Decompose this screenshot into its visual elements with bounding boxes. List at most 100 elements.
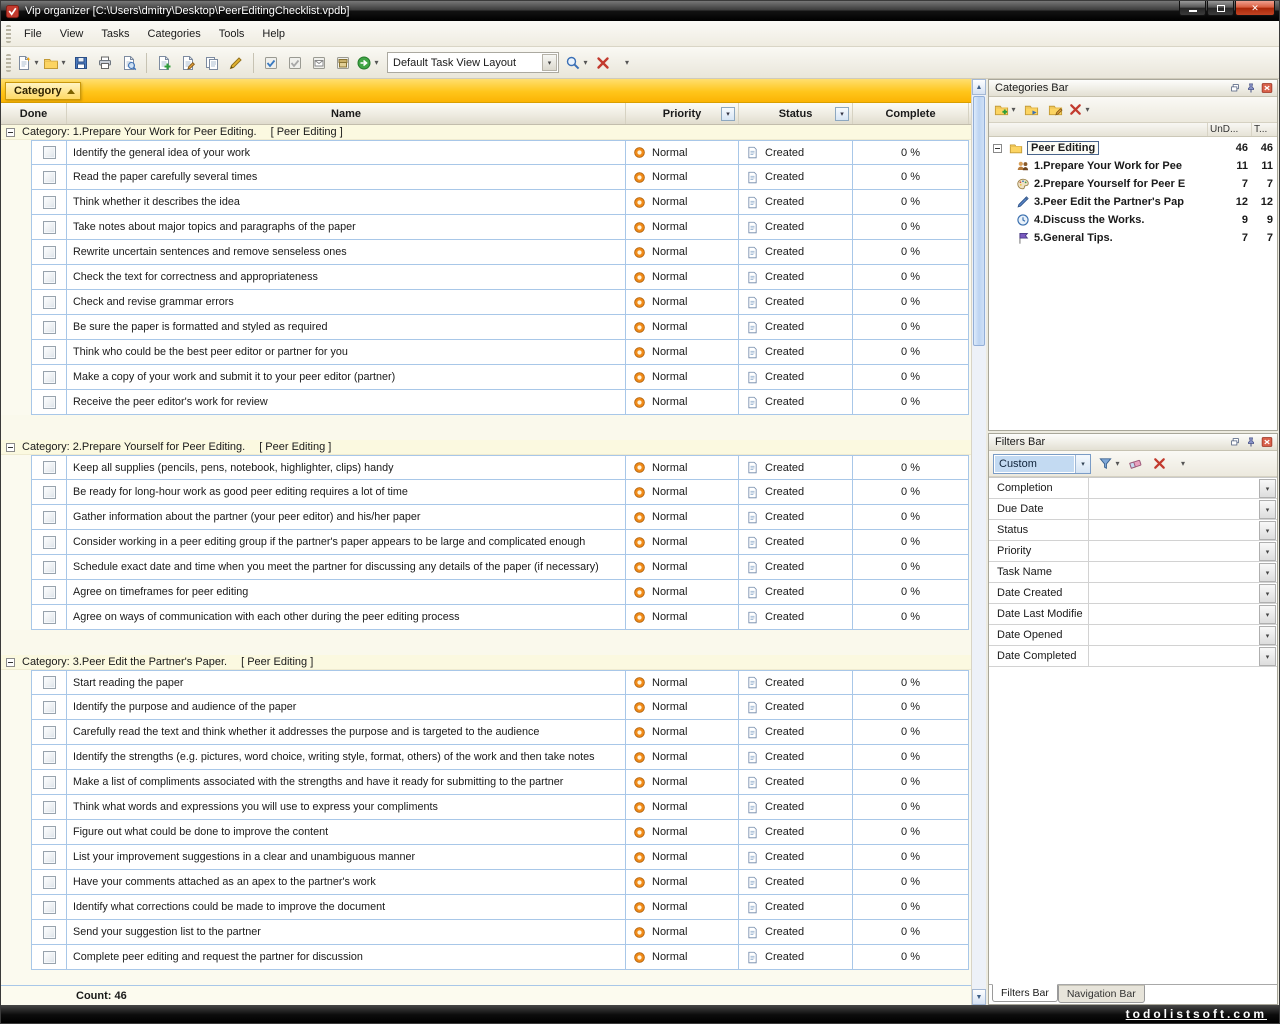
priority-cell[interactable]: Normal [626, 340, 739, 365]
status-cell[interactable]: Created [739, 745, 853, 770]
task-name[interactable]: Check the text for correctness and appro… [67, 265, 626, 290]
task-checkbox[interactable] [43, 611, 56, 624]
task-checkbox[interactable] [43, 146, 56, 159]
group-header-row[interactable]: Category: 2.Prepare Yourself for Peer Ed… [1, 440, 971, 455]
status-cell[interactable]: Created [739, 845, 853, 870]
menu-tasks[interactable]: Tasks [92, 23, 138, 45]
task-name[interactable]: Schedule exact date and time when you me… [67, 555, 626, 580]
status-cell[interactable]: Created [739, 140, 853, 165]
tree-column-total[interactable]: T... [1251, 123, 1277, 136]
priority-cell[interactable]: Normal [626, 390, 739, 415]
task-name[interactable]: Start reading the paper [67, 670, 626, 695]
menu-file[interactable]: File [15, 23, 51, 45]
priority-cell[interactable]: Normal [626, 845, 739, 870]
column-complete[interactable]: Complete [853, 103, 969, 124]
column-done[interactable]: Done [1, 103, 67, 124]
priority-cell[interactable]: Normal [626, 290, 739, 315]
edit-category-button[interactable] [1044, 98, 1066, 122]
new-task-button[interactable] [153, 51, 175, 75]
task-list-scrollbar[interactable]: ▲ ▼ [971, 79, 986, 1005]
task-name[interactable]: List your improvement suggestions in a c… [67, 845, 626, 870]
task-checkbox[interactable] [43, 586, 56, 599]
delete-filter-button[interactable] [1148, 452, 1170, 476]
autohide-button[interactable] [1227, 435, 1242, 449]
pin-button[interactable] [1243, 435, 1258, 449]
status-cell[interactable]: Created [739, 555, 853, 580]
menu-tools[interactable]: Tools [210, 23, 254, 45]
minimize-button[interactable] [1179, 1, 1206, 16]
task-checkbox[interactable] [43, 196, 56, 209]
task-checkbox[interactable] [43, 321, 56, 334]
task-name[interactable]: Agree on timeframes for peer editing [67, 580, 626, 605]
task-checkbox[interactable] [43, 901, 56, 914]
priority-cell[interactable]: Normal [626, 895, 739, 920]
status-cell[interactable]: Created [739, 290, 853, 315]
priority-cell[interactable]: Normal [626, 795, 739, 820]
priority-cell[interactable]: Normal [626, 215, 739, 240]
task-checkbox[interactable] [43, 536, 56, 549]
priority-cell[interactable]: Normal [626, 165, 739, 190]
category-tree-item[interactable]: 4.Discuss the Works.99 [989, 211, 1277, 229]
category-label[interactable]: 4.Discuss the Works. [1034, 214, 1144, 226]
priority-cell[interactable]: Normal [626, 505, 739, 530]
new-category-button[interactable]: ▾ [994, 98, 1018, 122]
status-cell[interactable]: Created [739, 165, 853, 190]
new-file-button[interactable]: ▾ [16, 51, 41, 75]
task-name[interactable]: Check and revise grammar errors [67, 290, 626, 315]
save-button[interactable] [70, 51, 92, 75]
print-button[interactable] [94, 51, 116, 75]
scrollbar-track[interactable] [972, 347, 986, 989]
status-filter-dropdown[interactable]: ▾ [835, 107, 849, 121]
priority-cell[interactable]: Normal [626, 820, 739, 845]
status-cell[interactable]: Created [739, 505, 853, 530]
filter-value-field[interactable]: ▾ [1089, 646, 1277, 666]
task-name[interactable]: Think what words and expressions you wil… [67, 795, 626, 820]
status-cell[interactable]: Created [739, 455, 853, 480]
priority-cell[interactable]: Normal [626, 870, 739, 895]
category-tree-item[interactable]: 1.Prepare Your Work for Pee1111 [989, 157, 1277, 175]
status-cell[interactable]: Created [739, 770, 853, 795]
priority-cell[interactable]: Normal [626, 695, 739, 720]
task-checkbox[interactable] [43, 171, 56, 184]
toolbar-overflow-button[interactable]: ▾ [616, 51, 638, 75]
priority-cell[interactable]: Normal [626, 580, 739, 605]
filters-overflow-button[interactable]: ▾ [1172, 452, 1194, 476]
filter-dropdown-button[interactable]: ▾ [1259, 521, 1276, 540]
priority-cell[interactable]: Normal [626, 555, 739, 580]
priority-cell[interactable]: Normal [626, 770, 739, 795]
task-name[interactable]: Agree on ways of communication with each… [67, 605, 626, 630]
tab-navigation-bar[interactable]: Navigation Bar [1058, 985, 1145, 1003]
task-checkbox[interactable] [43, 851, 56, 864]
priority-cell[interactable]: Normal [626, 920, 739, 945]
task-name[interactable]: Make a list of compliments associated wi… [67, 770, 626, 795]
priority-cell[interactable]: Normal [626, 670, 739, 695]
print-preview-button[interactable] [118, 51, 140, 75]
priority-cell[interactable]: Normal [626, 140, 739, 165]
filter-dropdown-button[interactable]: ▾ [1259, 626, 1276, 645]
open-file-button[interactable]: ▾ [43, 51, 68, 75]
combo-dropdown-icon[interactable]: ▾ [542, 54, 557, 71]
task-name[interactable]: Be sure the paper is formatted and style… [67, 315, 626, 340]
collapse-group-icon[interactable] [6, 443, 15, 452]
task-checkbox[interactable] [43, 486, 56, 499]
category-label[interactable]: Peer Editing [1027, 141, 1099, 155]
category-label[interactable]: 1.Prepare Your Work for Pee [1034, 160, 1182, 172]
tree-column-undone[interactable]: UnD... [1207, 123, 1251, 136]
status-cell[interactable]: Created [739, 390, 853, 415]
filter-dropdown-button[interactable]: ▾ [1259, 563, 1276, 582]
category-label[interactable]: 5.General Tips. [1034, 232, 1113, 244]
delete-category-button[interactable]: ▾ [1068, 98, 1092, 122]
task-checkbox[interactable] [43, 561, 56, 574]
task-name[interactable]: Take notes about major topics and paragr… [67, 215, 626, 240]
category-tree-item[interactable]: Peer Editing4646 [989, 139, 1277, 157]
task-name[interactable]: Read the paper carefully several times [67, 165, 626, 190]
task-checkbox[interactable] [43, 876, 56, 889]
task-name[interactable]: Keep all supplies (pencils, pens, notebo… [67, 455, 626, 480]
filter-dropdown-button[interactable]: ▾ [1259, 647, 1276, 666]
status-cell[interactable]: Created [739, 580, 853, 605]
task-name[interactable]: Be ready for long-hour work as good peer… [67, 480, 626, 505]
close-panel-button[interactable] [1259, 435, 1274, 449]
status-cell[interactable]: Created [739, 265, 853, 290]
task-name[interactable]: Consider working in a peer editing group… [67, 530, 626, 555]
status-cell[interactable]: Created [739, 920, 853, 945]
